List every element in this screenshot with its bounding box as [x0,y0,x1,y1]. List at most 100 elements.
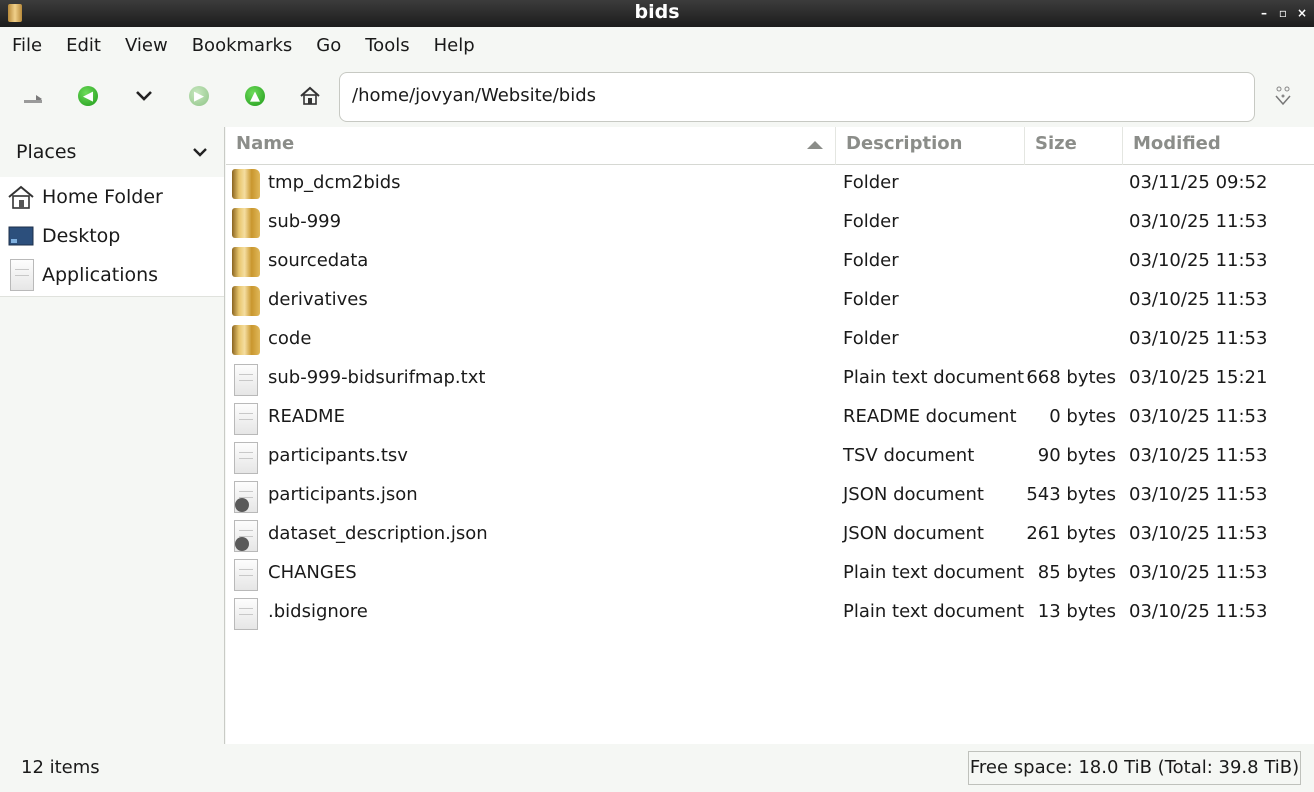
file-row[interactable]: sub-999 Folder 03/10/25 11:53 [226,204,1314,243]
forward-arrow-icon: ▶ [189,86,209,106]
file-modified: 03/10/25 11:53 [1129,562,1268,583]
column-header-modified[interactable]: Modified [1123,127,1314,165]
menubar: File Edit View Bookmarks Go Tools Help [0,27,1314,65]
minimize-button[interactable]: – [1258,6,1270,20]
file-modified: 03/10/25 11:53 [1129,406,1268,427]
parent-folder-button[interactable]: ▲ [240,81,270,111]
up-arrow-icon: ▲ [245,86,265,106]
column-header-description[interactable]: Description [836,127,1025,165]
location-bar-input[interactable]: /home/jovyan/Website/bids [339,72,1255,122]
toolbar: ◀ ▶ ▲ /home/jovyan/Website/bids [0,65,1314,127]
json-file-icon [232,520,262,552]
file-row[interactable]: dataset_description.json JSON document 261… [226,516,1314,555]
column-header-size[interactable]: Size [1025,127,1123,165]
menu-help[interactable]: Help [426,28,483,64]
json-file-icon [232,481,262,513]
clear-history-button[interactable] [1268,81,1298,111]
file-description: Plain text document [843,601,1025,622]
sidebar-item-home-folder[interactable]: Home Folder [0,177,224,216]
file-size: 90 bytes [1037,445,1116,466]
file-description: JSON document [843,523,984,544]
file-description: Folder [843,250,899,271]
side-pane: Places Home Folder Desktop Applications [0,127,225,744]
file-modified: 03/10/25 11:53 [1129,523,1268,544]
file-row[interactable]: .bidsignore Plain text document 13 bytes 03… [226,594,1314,633]
folder-icon [232,169,262,201]
menu-bookmarks[interactable]: Bookmarks [184,28,301,64]
text-file-icon [232,403,262,435]
column-headers: Name Description Size Modified [226,127,1314,165]
file-size: 668 bytes [1026,367,1116,388]
file-size: 543 bytes [1026,484,1116,505]
file-modified: 03/10/25 11:53 [1129,289,1268,310]
file-list: Name Description Size Modified tmp_dcm2b… [226,127,1314,744]
history-dropdown-button[interactable] [129,81,159,111]
desktop-icon [6,221,36,251]
file-modified: 03/11/25 09:52 [1129,172,1268,193]
back-arrow-icon: ◀ [78,86,98,106]
file-row[interactable]: sub-999-bidsurifmap.txt Plain text docume… [226,360,1314,399]
file-description: README document [843,406,1017,427]
maximize-button[interactable]: ▫ [1277,6,1289,20]
free-space-indicator: Free space: 18.0 TiB (Total: 39.8 TiB) [968,751,1301,785]
text-file-icon [232,364,262,396]
item-count: 12 items [21,757,100,778]
folder-icon [232,325,262,357]
file-modified: 03/10/25 11:53 [1129,250,1268,271]
status-bar: 12 items Free space: 18.0 TiB (Total: 39… [0,744,1314,792]
menu-view[interactable]: View [117,28,176,64]
file-description: Folder [843,289,899,310]
places-list: Home Folder Desktop Applications [0,177,224,297]
places-selector[interactable]: Places [0,127,224,177]
column-header-name[interactable]: Name [226,127,836,165]
sidebar-item-label: Desktop [42,224,121,247]
home-icon [300,86,320,105]
file-row[interactable]: derivatives Folder 03/10/25 11:53 [226,282,1314,321]
folder-icon [232,208,262,240]
file-row[interactable]: participants.json JSON document 543 bytes 0… [226,477,1314,516]
file-rows: tmp_dcm2bids Folder 03/11/25 09:52 sub-999 F… [226,165,1314,633]
file-row[interactable]: participants.tsv TSV document 90 bytes 03/1… [226,438,1314,477]
file-description: Plain text document [843,562,1025,583]
file-description: TSV document [843,445,975,466]
text-file-icon [232,598,262,630]
file-row[interactable]: sourcedata Folder 03/10/25 11:53 [226,243,1314,282]
sidebar-item-applications[interactable]: Applications [0,255,224,294]
broom-icon [1275,86,1291,106]
file-description: Folder [843,211,899,232]
file-row[interactable]: tmp_dcm2bids Folder 03/11/25 09:52 [226,165,1314,204]
menu-go[interactable]: Go [308,28,349,64]
file-name: tmp_dcm2bids [268,172,401,193]
file-modified: 03/10/25 15:21 [1129,367,1268,388]
file-name: dataset_description.json [268,523,488,544]
file-row[interactable]: README README document 0 bytes 03/10/25 11:… [226,399,1314,438]
sidebar-item-label: Home Folder [42,185,163,208]
back-button[interactable]: ◀ [73,81,103,111]
folder-icon [232,247,262,279]
file-row[interactable]: CHANGES Plain text document 85 bytes 03/10/… [226,555,1314,594]
file-row[interactable]: code Folder 03/10/25 11:53 [226,321,1314,360]
places-label: Places [16,141,77,163]
sidebar-item-label: Applications [42,263,159,286]
forward-button[interactable]: ▶ [184,81,214,111]
menu-tools[interactable]: Tools [357,28,417,64]
file-size: 0 bytes [1049,406,1116,427]
sidebar-item-desktop[interactable]: Desktop [0,216,224,255]
file-name: code [268,328,312,349]
new-tab-button[interactable] [18,81,48,111]
file-modified: 03/10/25 11:53 [1129,601,1268,622]
file-description: Plain text document [843,367,1025,388]
chevron-down-icon [193,147,207,157]
close-button[interactable]: × [1296,6,1308,20]
file-description: JSON document [843,484,984,505]
home-button[interactable] [295,81,325,111]
title-bar[interactable]: bids – ▫ × [0,0,1314,27]
file-size: 13 bytes [1037,601,1116,622]
text-file-icon [232,559,262,591]
file-name: .bidsignore [268,601,368,622]
file-modified: 03/10/25 11:53 [1129,445,1268,466]
file-name: README [268,406,345,427]
menu-file[interactable]: File [4,28,50,64]
file-modified: 03/10/25 11:53 [1129,328,1268,349]
menu-edit[interactable]: Edit [58,28,109,64]
